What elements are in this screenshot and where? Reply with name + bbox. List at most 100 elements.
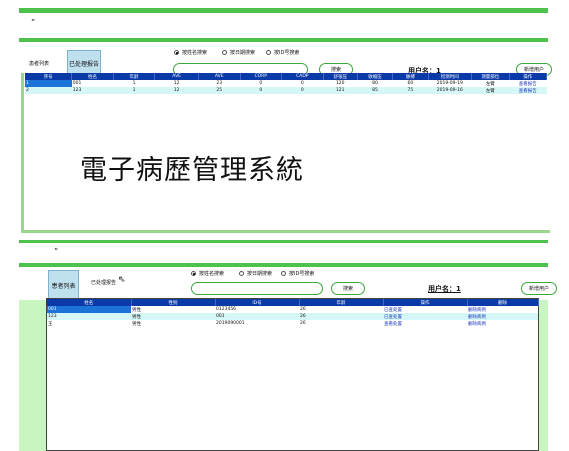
radio-dot — [239, 271, 244, 276]
table-row[interactable]: 1 001 1 12 23 0 0 120 80 60 2019-09-19 左… — [25, 80, 547, 87]
new-user-label: 新增用户 — [523, 67, 544, 73]
cell-systolic: 80 — [357, 80, 393, 87]
window-1-title-mark: ˮ — [31, 18, 36, 27]
cell-name: 123 — [71, 87, 114, 94]
cell-diastolic: 120 — [323, 80, 358, 87]
column-header[interactable]: AVE — [154, 73, 199, 80]
radio-label: 按姓名搜索 — [182, 50, 208, 56]
search-by-id-radio[interactable]: 按ID号搜索 — [266, 49, 299, 56]
cell-corp: 0 — [240, 87, 282, 94]
radio-dot — [191, 271, 196, 276]
cell-id: 2019090001 — [215, 320, 299, 327]
patient-list-button[interactable]: 患者列表 — [48, 270, 79, 301]
column-header[interactable]: 序号 — [25, 73, 73, 80]
action-link[interactable]: 已查处置 — [383, 306, 467, 313]
column-header[interactable]: 测量部位 — [471, 73, 510, 80]
column-header[interactable]: 收缩压 — [357, 73, 394, 80]
cell-id: 001 — [215, 313, 299, 320]
radio-dot — [266, 50, 271, 55]
patient-table: 姓名 性别 ID号 年龄 操作 删除 001 男性 0123456 26 已查处… — [47, 299, 539, 327]
window-1: ˮ 患者列表 已处理报告 按姓名搜索 按日期搜索 按ID号搜索 搜索 用户名：1… — [19, 8, 552, 233]
window-2-header-divider — [19, 263, 548, 267]
cell-ave: 12 — [154, 87, 199, 94]
search-input[interactable] — [191, 282, 323, 295]
cell-age: 26 — [299, 313, 383, 320]
column-header[interactable]: 检测时间 — [428, 73, 473, 80]
column-header[interactable]: 姓名 — [47, 299, 132, 306]
window-1-header-divider — [19, 38, 548, 42]
view-report-link[interactable]: 查看报告 — [509, 87, 547, 94]
cell-gender: 男性 — [131, 313, 215, 320]
column-header[interactable]: 脉搏 — [392, 73, 429, 80]
mouse-cursor-icon: ⇖ — [118, 275, 126, 285]
table-header-row: 序号 姓名 年龄 AVE AVE CORP CADP 舒张压 收缩压 脉搏 检测… — [25, 73, 548, 80]
processed-report-label[interactable]: 已处理报告 — [91, 279, 116, 286]
cell-ave2: 25 — [198, 87, 240, 94]
radio-label: 按ID号搜索 — [289, 271, 315, 277]
search-button[interactable]: 搜索 — [331, 282, 365, 295]
search-by-name-radio[interactable]: 按姓名搜索 — [191, 270, 224, 277]
system-banner-title: 電子病歷管理系統 — [80, 155, 304, 186]
search-button-label: 搜索 — [330, 67, 341, 73]
window-2: ˮ 患者列表 已处理报告 ⇖ 按姓名搜索 按日期搜索 按ID号搜索 搜索 用户名… — [19, 240, 557, 451]
patient-table-frame: 姓名 性别 ID号 年龄 操作 删除 001 男性 0123456 26 已查处… — [46, 298, 539, 451]
cell-index[interactable]: 1 — [25, 80, 72, 87]
cell-ave2: 23 — [198, 80, 240, 87]
delete-link[interactable]: 删除病例 — [467, 320, 538, 327]
right-green-panel — [539, 300, 548, 451]
column-header[interactable]: 年龄 — [299, 299, 384, 306]
cell-name[interactable]: 001 — [47, 306, 131, 313]
cell-systolic: 85 — [357, 87, 393, 94]
action-link[interactable]: 查看处置 — [383, 320, 467, 327]
new-user-label: 新增用户 — [528, 286, 549, 292]
cell-ave: 12 — [154, 80, 199, 87]
left-green-panel — [19, 300, 46, 451]
column-header[interactable]: ID号 — [215, 299, 300, 306]
column-header[interactable]: 操作 — [509, 73, 548, 80]
radio-label: 按日期搜索 — [230, 50, 256, 56]
column-header[interactable]: CORP — [240, 73, 283, 80]
delete-link[interactable]: 删除病例 — [467, 313, 538, 320]
cell-time: 2019-09-19 — [428, 80, 472, 87]
column-header[interactable]: 性别 — [131, 299, 216, 306]
column-header[interactable]: CADP — [281, 73, 324, 80]
cell-name[interactable]: 123 — [47, 313, 131, 320]
radio-label: 按日期搜索 — [247, 271, 273, 277]
table-row[interactable]: 123 男性 001 26 已查处置 删除病例 — [47, 313, 538, 320]
cell-name: 001 — [71, 80, 114, 87]
radio-label: 按姓名搜索 — [199, 271, 225, 277]
window-2-title-mark: ˮ — [54, 247, 59, 256]
cell-pulse: 60 — [392, 80, 428, 87]
table-row[interactable]: 001 男性 0123456 26 已查处置 删除病例 — [47, 306, 538, 313]
search-by-date-radio[interactable]: 按日期搜索 — [239, 270, 272, 277]
radio-label: 按ID号搜索 — [274, 50, 300, 56]
cell-diastolic: 121 — [323, 87, 358, 94]
search-by-date-radio[interactable]: 按日期搜索 — [222, 49, 255, 56]
window-2-top-bar — [19, 240, 548, 243]
column-header[interactable]: 删除 — [467, 299, 539, 306]
cell-time: 2019-09-16 — [428, 87, 472, 94]
radio-dot — [222, 50, 227, 55]
new-user-button[interactable]: 新增用户 — [521, 282, 557, 295]
column-header[interactable]: AVE — [198, 73, 241, 80]
cell-id: 0123456 — [215, 306, 299, 313]
search-by-id-radio[interactable]: 按ID号搜索 — [281, 270, 314, 277]
patient-list-label[interactable]: 患者列表 — [29, 60, 49, 67]
view-report-link[interactable]: 查看报告 — [509, 80, 547, 87]
column-header[interactable]: 操作 — [383, 299, 468, 306]
radio-dot — [174, 50, 179, 55]
cell-name[interactable]: 王 — [47, 320, 131, 327]
cell-cadp: 0 — [281, 87, 324, 94]
column-header[interactable]: 舒张压 — [323, 73, 358, 80]
cell-age: 1 — [113, 80, 155, 87]
column-header[interactable]: 年龄 — [113, 73, 156, 80]
table-row[interactable]: 王 男性 2019090001 26 查看处置 删除病例 — [47, 320, 538, 327]
action-link[interactable]: 已查处置 — [383, 313, 467, 320]
cell-index[interactable]: 2 — [25, 87, 72, 94]
column-header[interactable]: 姓名 — [71, 73, 114, 80]
delete-link[interactable]: 删除病例 — [467, 306, 538, 313]
patient-list-label: 患者列表 — [51, 283, 76, 290]
table-row[interactable]: 2 123 1 12 25 0 0 121 85 75 2019-09-16 左… — [25, 87, 547, 94]
search-by-name-radio[interactable]: 按姓名搜索 — [174, 49, 207, 56]
cell-pulse: 75 — [392, 87, 428, 94]
